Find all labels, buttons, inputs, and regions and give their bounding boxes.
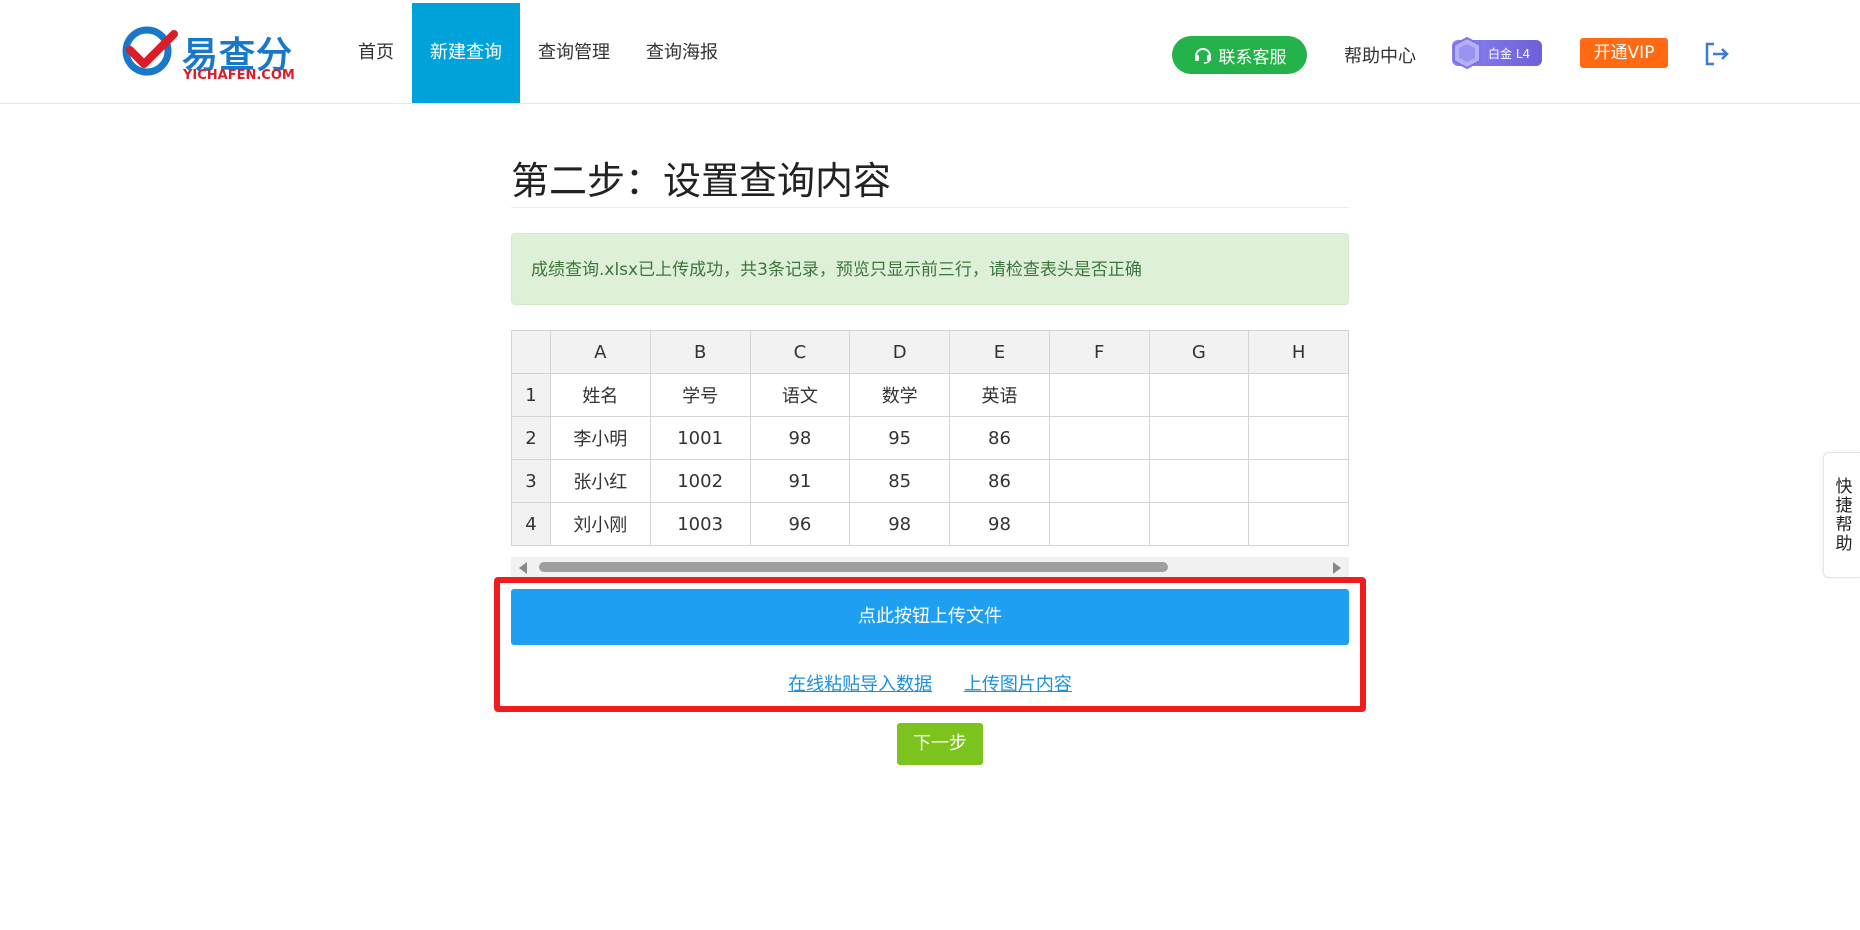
table-cell[interactable]: 1001	[649, 416, 751, 460]
table-cell[interactable]	[1048, 416, 1150, 460]
contact-service-label: 联系客服	[1218, 47, 1287, 68]
table-cell[interactable]: 96	[749, 502, 851, 546]
table-cell[interactable]: 85	[849, 459, 951, 503]
page-title: 第二步：设置查询内容	[511, 159, 892, 203]
spreadsheet-preview[interactable]: A B C D E F G H 1 姓名 学号 语文 数学 英语 2 李小明 1…	[511, 330, 1349, 546]
column-header: H	[1248, 330, 1349, 374]
table-cell[interactable]: 98	[949, 502, 1050, 546]
table-cell[interactable]: 语文	[749, 373, 851, 417]
table-cell[interactable]	[1048, 373, 1150, 417]
nav-home[interactable]: 首页	[340, 3, 412, 103]
table-cell[interactable]	[1148, 459, 1250, 503]
table-cell[interactable]: 刘小刚	[549, 502, 651, 546]
column-header-row: A B C D E F G H	[511, 330, 1349, 374]
main-nav: 首页 新建查询 查询管理 查询海报	[340, 3, 736, 103]
table-cell[interactable]	[1248, 459, 1349, 503]
table-row: 1 姓名 学号 语文 数学 英语	[511, 373, 1349, 417]
quick-help-label: 快捷帮助	[1831, 477, 1852, 553]
nav-new-query[interactable]: 新建查询	[412, 3, 520, 103]
table-cell[interactable]: 91	[749, 459, 851, 503]
import-options: 在线粘贴导入数据 上传图片内容	[511, 670, 1349, 696]
scroll-left-arrow-icon[interactable]	[519, 562, 527, 574]
help-center-link[interactable]: 帮助中心	[1344, 42, 1416, 68]
table-cell[interactable]: 学号	[649, 373, 751, 417]
column-header: A	[549, 330, 651, 374]
column-header: C	[749, 330, 851, 374]
table-row: 3 张小红 1002 91 85 86	[511, 459, 1349, 503]
table-cell[interactable]: 86	[949, 416, 1050, 460]
table-cell[interactable]	[1148, 502, 1250, 546]
gem-icon	[1453, 37, 1481, 69]
row-number: 2	[511, 416, 551, 460]
title-divider	[511, 207, 1349, 208]
table-cell[interactable]: 姓名	[549, 373, 651, 417]
scroll-thumb[interactable]	[539, 562, 1168, 572]
table-cell[interactable]	[1248, 373, 1349, 417]
table-row: 4 刘小刚 1003 96 98 98	[511, 502, 1349, 546]
upload-image-link[interactable]: 上传图片内容	[964, 674, 1072, 695]
preview-table: A B C D E F G H 1 姓名 学号 语文 数学 英语 2 李小明 1…	[511, 330, 1349, 546]
table-cell[interactable]	[1148, 373, 1250, 417]
table-row: 2 李小明 1001 98 95 86	[511, 416, 1349, 460]
nav-query-poster[interactable]: 查询海报	[628, 3, 736, 103]
top-header: 易查分 YICHAFEN.COM 首页 新建查询 查询管理 查询海报 联系客服 …	[0, 0, 1860, 104]
table-cell[interactable]: 95	[849, 416, 951, 460]
table-cell[interactable]: 数学	[849, 373, 951, 417]
logo-subtext: YICHAFEN.COM	[183, 68, 295, 83]
open-vip-button[interactable]: 开通VIP	[1580, 38, 1668, 68]
member-level-badge[interactable]: 白金 L4	[1452, 37, 1542, 69]
quick-help-tab[interactable]: 快捷帮助	[1823, 452, 1860, 578]
table-cell[interactable]: 李小明	[549, 416, 651, 460]
table-cell[interactable]: 1003	[649, 502, 751, 546]
table-cell[interactable]: 1002	[649, 459, 751, 503]
next-step-button[interactable]: 下一步	[897, 723, 983, 765]
scroll-right-arrow-icon[interactable]	[1333, 562, 1341, 574]
row-number: 3	[511, 459, 551, 503]
logo-check-icon	[122, 26, 178, 76]
table-cell[interactable]: 86	[949, 459, 1050, 503]
column-header: D	[849, 330, 951, 374]
paste-import-link[interactable]: 在线粘贴导入数据	[788, 674, 932, 695]
contact-service-button[interactable]: 联系客服	[1172, 36, 1307, 74]
table-cell[interactable]: 英语	[949, 373, 1050, 417]
table-cell[interactable]	[1148, 416, 1250, 460]
table-cell[interactable]: 98	[749, 416, 851, 460]
upload-file-button[interactable]: 点此按钮上传文件	[511, 589, 1349, 645]
headset-icon	[1194, 48, 1211, 64]
corner-cell	[511, 330, 551, 374]
member-level-label: 白金 L4	[1488, 46, 1531, 61]
logout-icon[interactable]	[1703, 40, 1731, 68]
nav-query-manage[interactable]: 查询管理	[520, 3, 628, 103]
upload-success-alert: 成绩查询.xlsx已上传成功，共3条记录，预览只显示前三行，请检查表头是否正确	[511, 233, 1349, 305]
row-number: 1	[511, 373, 551, 417]
row-number: 4	[511, 502, 551, 546]
horizontal-scrollbar[interactable]	[511, 557, 1349, 577]
column-header: G	[1148, 330, 1250, 374]
column-header: E	[949, 330, 1050, 374]
table-cell[interactable]	[1248, 416, 1349, 460]
column-header: F	[1048, 330, 1150, 374]
table-cell[interactable]: 98	[849, 502, 951, 546]
table-cell[interactable]	[1048, 459, 1150, 503]
table-cell[interactable]: 张小红	[549, 459, 651, 503]
logo[interactable]: 易查分 YICHAFEN.COM	[120, 24, 296, 84]
table-cell[interactable]	[1248, 502, 1349, 546]
column-header: B	[649, 330, 751, 374]
table-cell[interactable]	[1048, 502, 1150, 546]
